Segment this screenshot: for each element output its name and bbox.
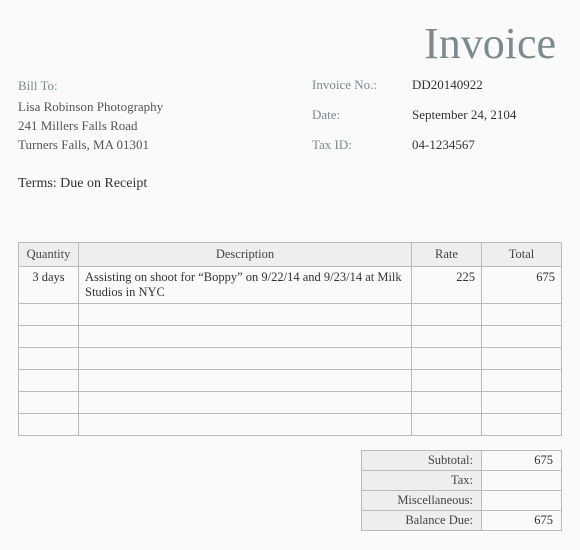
col-header-description: Description — [79, 243, 412, 267]
cell-total — [482, 304, 562, 326]
terms-text: Terms: Due on Receipt — [18, 176, 163, 192]
misc-value — [482, 491, 562, 511]
col-header-total: Total — [482, 243, 562, 267]
table-row — [19, 326, 562, 348]
cell-rate — [412, 392, 482, 414]
cell-rate — [412, 370, 482, 392]
tax-id-label: Tax ID: — [312, 137, 412, 153]
date-label: Date: — [312, 107, 412, 123]
cell-qty — [19, 326, 79, 348]
totals-table: Subtotal: 675 Tax: Miscellaneous: Balanc… — [361, 450, 562, 531]
cell-total — [482, 348, 562, 370]
cell-total — [482, 326, 562, 348]
cell-qty — [19, 348, 79, 370]
cell-desc — [79, 304, 412, 326]
cell-total: 675 — [482, 267, 562, 304]
table-row — [19, 348, 562, 370]
invoice-no-label: Invoice No.: — [312, 77, 412, 93]
table-row — [19, 392, 562, 414]
col-header-quantity: Quantity — [19, 243, 79, 267]
bill-to-name: Lisa Robinson Photography — [18, 98, 163, 117]
cell-rate — [412, 348, 482, 370]
subtotal-value: 675 — [482, 451, 562, 471]
tax-total-value — [482, 471, 562, 491]
date-value: September 24, 2104 — [412, 107, 562, 123]
cell-desc — [79, 348, 412, 370]
cell-qty: 3 days — [19, 267, 79, 304]
cell-rate: 225 — [412, 267, 482, 304]
cell-desc — [79, 392, 412, 414]
tax-id-value: 04-1234567 — [412, 137, 562, 153]
cell-desc — [79, 326, 412, 348]
cell-qty — [19, 370, 79, 392]
cell-total — [482, 392, 562, 414]
table-row — [19, 414, 562, 436]
tax-total-label: Tax: — [362, 471, 482, 491]
cell-rate — [412, 326, 482, 348]
cell-qty — [19, 414, 79, 436]
balance-due-label: Balance Due: — [362, 511, 482, 531]
line-items-table: Quantity Description Rate Total 3 days A… — [18, 242, 562, 436]
cell-desc: Assisting on shoot for “Boppy” on 9/22/1… — [79, 267, 412, 304]
table-row: 3 days Assisting on shoot for “Boppy” on… — [19, 267, 562, 304]
bill-to-street: 241 Millers Falls Road — [18, 117, 163, 136]
cell-rate — [412, 414, 482, 436]
bill-to-city: Turners Falls, MA 01301 — [18, 136, 163, 155]
balance-due-value: 675 — [482, 511, 562, 531]
col-header-rate: Rate — [412, 243, 482, 267]
cell-total — [482, 414, 562, 436]
cell-desc — [79, 370, 412, 392]
cell-qty — [19, 304, 79, 326]
invoice-no-value: DD20140922 — [412, 77, 562, 93]
invoice-title: Invoice — [18, 18, 562, 69]
cell-rate — [412, 304, 482, 326]
bill-to-label: Bill To: — [18, 77, 163, 96]
bill-to-block: Bill To: Lisa Robinson Photography 241 M… — [18, 77, 163, 192]
cell-qty — [19, 392, 79, 414]
meta-block: Invoice No.: DD20140922 Date: September … — [312, 77, 562, 192]
cell-desc — [79, 414, 412, 436]
table-row — [19, 370, 562, 392]
misc-label: Miscellaneous: — [362, 491, 482, 511]
header-section: Bill To: Lisa Robinson Photography 241 M… — [18, 77, 562, 192]
cell-total — [482, 370, 562, 392]
table-row — [19, 304, 562, 326]
subtotal-label: Subtotal: — [362, 451, 482, 471]
